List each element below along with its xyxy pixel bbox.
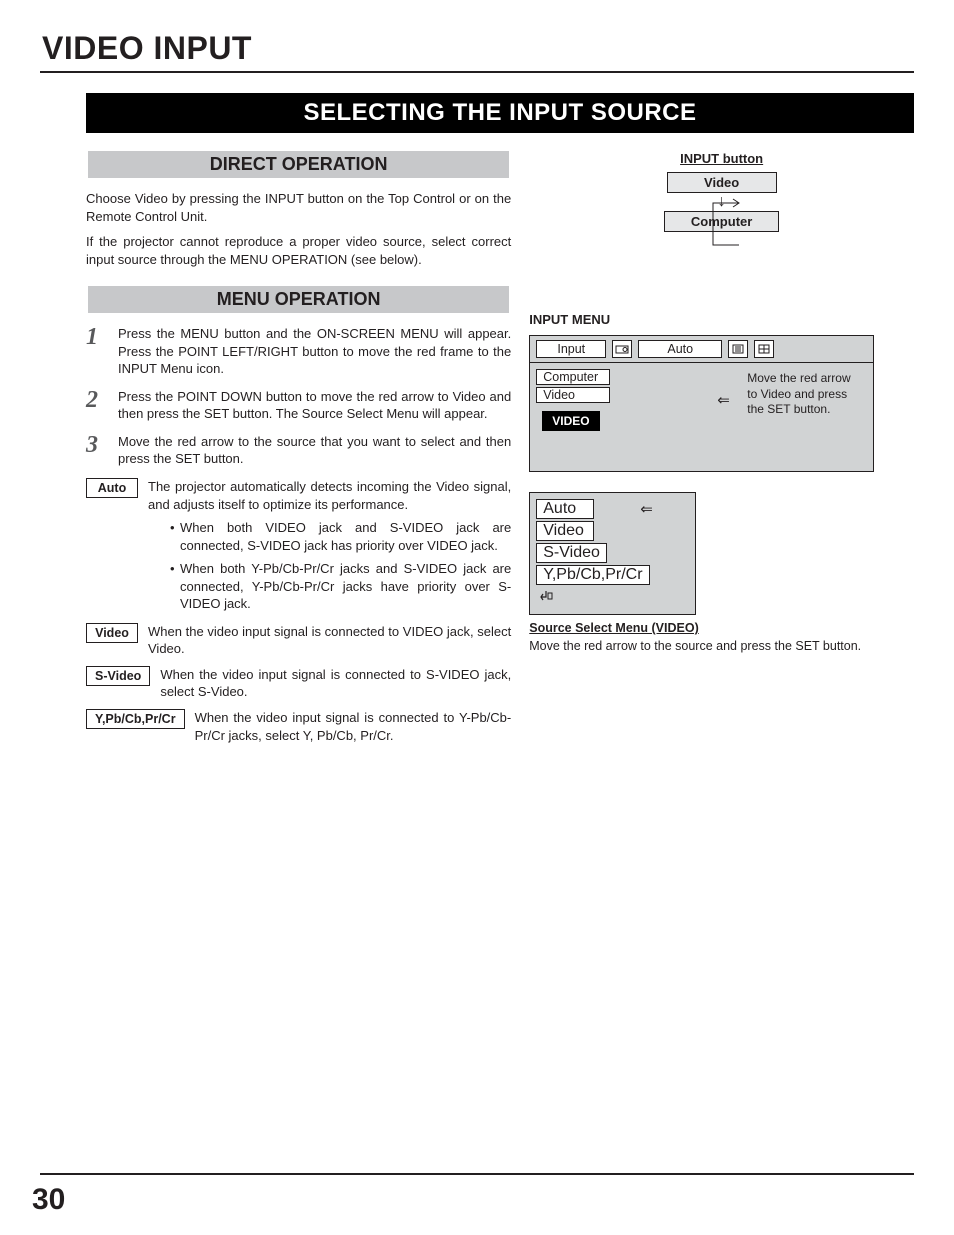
osd-item-computer: Computer — [536, 369, 610, 385]
osd-top-mode: Auto — [638, 340, 722, 358]
auto-bullet-2: When both Y-Pb/Cb-Pr/Cr jacks and S-VIDE… — [170, 560, 511, 613]
step-2: 2 Press the POINT DOWN button to move th… — [86, 388, 511, 423]
option-svideo: S-Video When the video input signal is c… — [86, 666, 511, 701]
osd2-auto: Auto — [536, 499, 594, 519]
option-label-svideo: S-Video — [86, 666, 150, 686]
osd-note: Move the red arrow to Video and press th… — [747, 369, 867, 431]
section-banner: SELECTING THE INPUT SOURCE — [86, 93, 914, 133]
osd-item-video: Video — [536, 387, 610, 403]
step-text: Move the red arrow to the source that yo… — [118, 433, 511, 468]
osd-input-list: Computer Video VIDEO — [536, 369, 709, 431]
option-video: Video When the video input signal is con… — [86, 623, 511, 658]
grid-icon — [754, 340, 774, 358]
step-1: 1 Press the MENU button and the ON-SCREE… — [86, 325, 511, 378]
auto-bullet-1: When both VIDEO jack and S-VIDEO jack ar… — [170, 519, 511, 554]
source-select-title: Source Select Menu (VIDEO) — [529, 621, 914, 635]
option-label-ypbcb: Y,Pb/Cb,Pr/Cr — [86, 709, 185, 729]
settings-icon — [728, 340, 748, 358]
option-text-video: When the video input signal is connected… — [148, 623, 511, 658]
input-button-title: INPUT button — [612, 151, 832, 166]
option-ypbcb: Y,Pb/Cb,Pr/Cr When the video input signa… — [86, 709, 511, 744]
step-number: 2 — [86, 388, 108, 423]
step-number: 1 — [86, 325, 108, 378]
return-icon — [536, 587, 689, 608]
page-number: 30 — [32, 1183, 65, 1217]
osd-source-menu: Auto ⇐ Video S-Video Y,Pb/Cb,Pr/Cr — [529, 492, 696, 615]
source-select-text: Move the red arrow to the source and pre… — [529, 638, 874, 655]
osd-top-input: Input — [536, 340, 606, 358]
option-auto: Auto The projector automatically detects… — [86, 478, 511, 513]
osd-top-bar: Input Auto — [530, 336, 873, 363]
step-number: 3 — [86, 433, 108, 468]
input-menu-title: INPUT MENU — [529, 312, 914, 327]
direct-operation-p1: Choose Video by pressing the INPUT butto… — [86, 190, 511, 225]
osd2-video: Video — [536, 521, 594, 541]
right-column: INPUT button Video ↓ Computer INPUT MENU… — [529, 151, 914, 750]
menu-operation-heading: MENU OPERATION — [86, 286, 511, 313]
step-text: Press the MENU button and the ON-SCREEN … — [118, 325, 511, 378]
direct-operation-p2: If the projector cannot reproduce a prop… — [86, 233, 511, 268]
page-title: VIDEO INPUT — [42, 30, 914, 67]
title-rule — [40, 71, 914, 73]
option-label-auto: Auto — [86, 478, 138, 498]
flow-loop-icon — [706, 195, 746, 253]
projector-icon — [612, 340, 632, 358]
option-text-auto: The projector automatically detects inco… — [148, 478, 511, 513]
osd2-svideo: S-Video — [536, 543, 607, 563]
option-text-svideo: When the video input signal is connected… — [160, 666, 511, 701]
auto-bullets: When both VIDEO jack and S-VIDEO jack ar… — [170, 519, 511, 613]
option-text-ypbcb: When the video input signal is connected… — [195, 709, 512, 744]
osd-input-menu: Input Auto Computer Video — [529, 335, 874, 472]
arrow-left-icon: ⇐ — [640, 500, 653, 518]
footer-rule — [40, 1173, 914, 1175]
direct-operation-heading: DIRECT OPERATION — [86, 151, 511, 178]
flow-video: Video — [667, 172, 777, 193]
osd2-ypbcb: Y,Pb/Cb,Pr/Cr — [536, 565, 649, 585]
step-3: 3 Move the red arrow to the source that … — [86, 433, 511, 468]
left-column: DIRECT OPERATION Choose Video by pressin… — [86, 151, 511, 750]
video-badge: VIDEO — [542, 411, 599, 431]
flow-diagram: Video ↓ Computer — [612, 172, 832, 232]
step-text: Press the POINT DOWN button to move the … — [118, 388, 511, 423]
arrow-left-icon: ⇐ — [717, 369, 739, 431]
option-label-video: Video — [86, 623, 138, 643]
